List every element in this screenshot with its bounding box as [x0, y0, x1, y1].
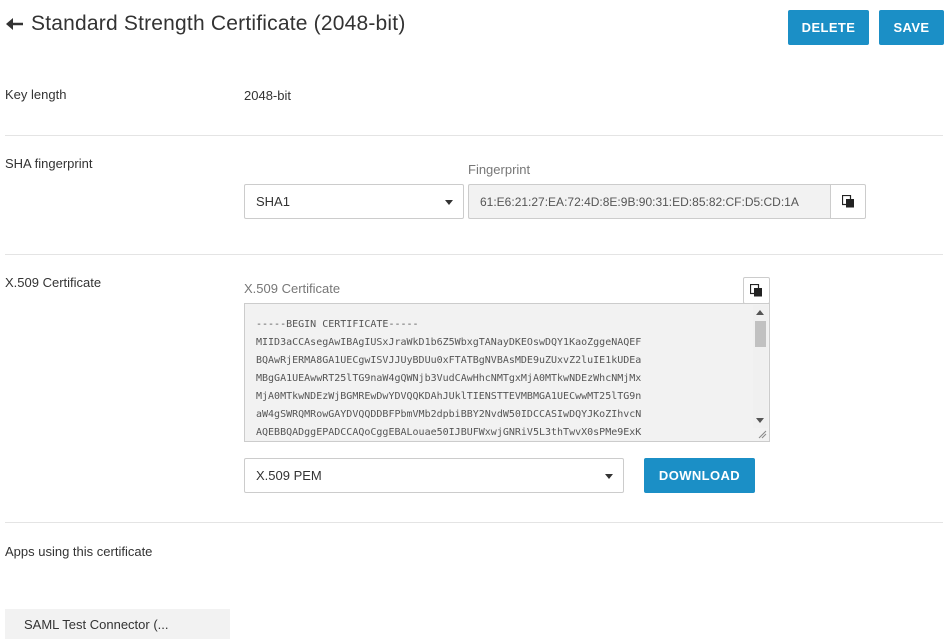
- app-item[interactable]: SAML Test Connector (...: [5, 609, 230, 639]
- sha-algorithm-select[interactable]: SHA1: [244, 184, 464, 219]
- certificate-field-label: X.509 Certificate: [244, 281, 341, 296]
- certificate-format-value: X.509 PEM: [256, 468, 322, 483]
- resize-grip-icon[interactable]: [757, 429, 767, 439]
- key-length-value: 2048-bit: [244, 88, 291, 103]
- certificate-content: -----BEGIN CERTIFICATE----- MIID3aCCAseg…: [256, 319, 642, 438]
- back-arrow-icon[interactable]: [4, 12, 24, 36]
- copy-certificate-button[interactable]: [743, 277, 770, 304]
- copy-icon: [750, 284, 762, 297]
- section-divider: [5, 522, 943, 523]
- section-divider: [5, 135, 943, 136]
- scrollbar-thumb[interactable]: [755, 321, 766, 347]
- section-divider: [5, 254, 943, 255]
- chevron-down-icon: [605, 473, 613, 479]
- certificate-scrollbar[interactable]: [753, 305, 768, 428]
- fingerprint-value: 61:E6:21:27:EA:72:4D:8E:9B:90:31:ED:85:8…: [480, 194, 799, 209]
- fingerprint-field-label: Fingerprint: [468, 162, 531, 177]
- certificate-format-select[interactable]: X.509 PEM: [244, 458, 624, 493]
- delete-button[interactable]: DELETE: [788, 10, 869, 45]
- save-button[interactable]: SAVE: [879, 10, 944, 45]
- page-title: Standard Strength Certificate (2048-bit): [31, 12, 406, 35]
- sha-fingerprint-label: SHA fingerprint: [5, 156, 93, 171]
- fingerprint-field[interactable]: 61:E6:21:27:EA:72:4D:8E:9B:90:31:ED:85:8…: [468, 184, 831, 219]
- download-button[interactable]: DOWNLOAD: [644, 458, 755, 493]
- copy-fingerprint-button[interactable]: [830, 184, 866, 219]
- copy-icon: [841, 195, 854, 208]
- certificate-textarea[interactable]: -----BEGIN CERTIFICATE----- MIID3aCCAseg…: [244, 303, 770, 442]
- chevron-down-icon: [445, 199, 453, 205]
- apps-label: Apps using this certificate: [5, 544, 153, 559]
- scroll-down-icon[interactable]: [756, 418, 764, 423]
- key-length-label: Key length: [5, 87, 67, 102]
- sha-algorithm-value: SHA1: [256, 194, 290, 209]
- certificate-label: X.509 Certificate: [5, 275, 102, 290]
- scroll-up-icon[interactable]: [756, 310, 764, 315]
